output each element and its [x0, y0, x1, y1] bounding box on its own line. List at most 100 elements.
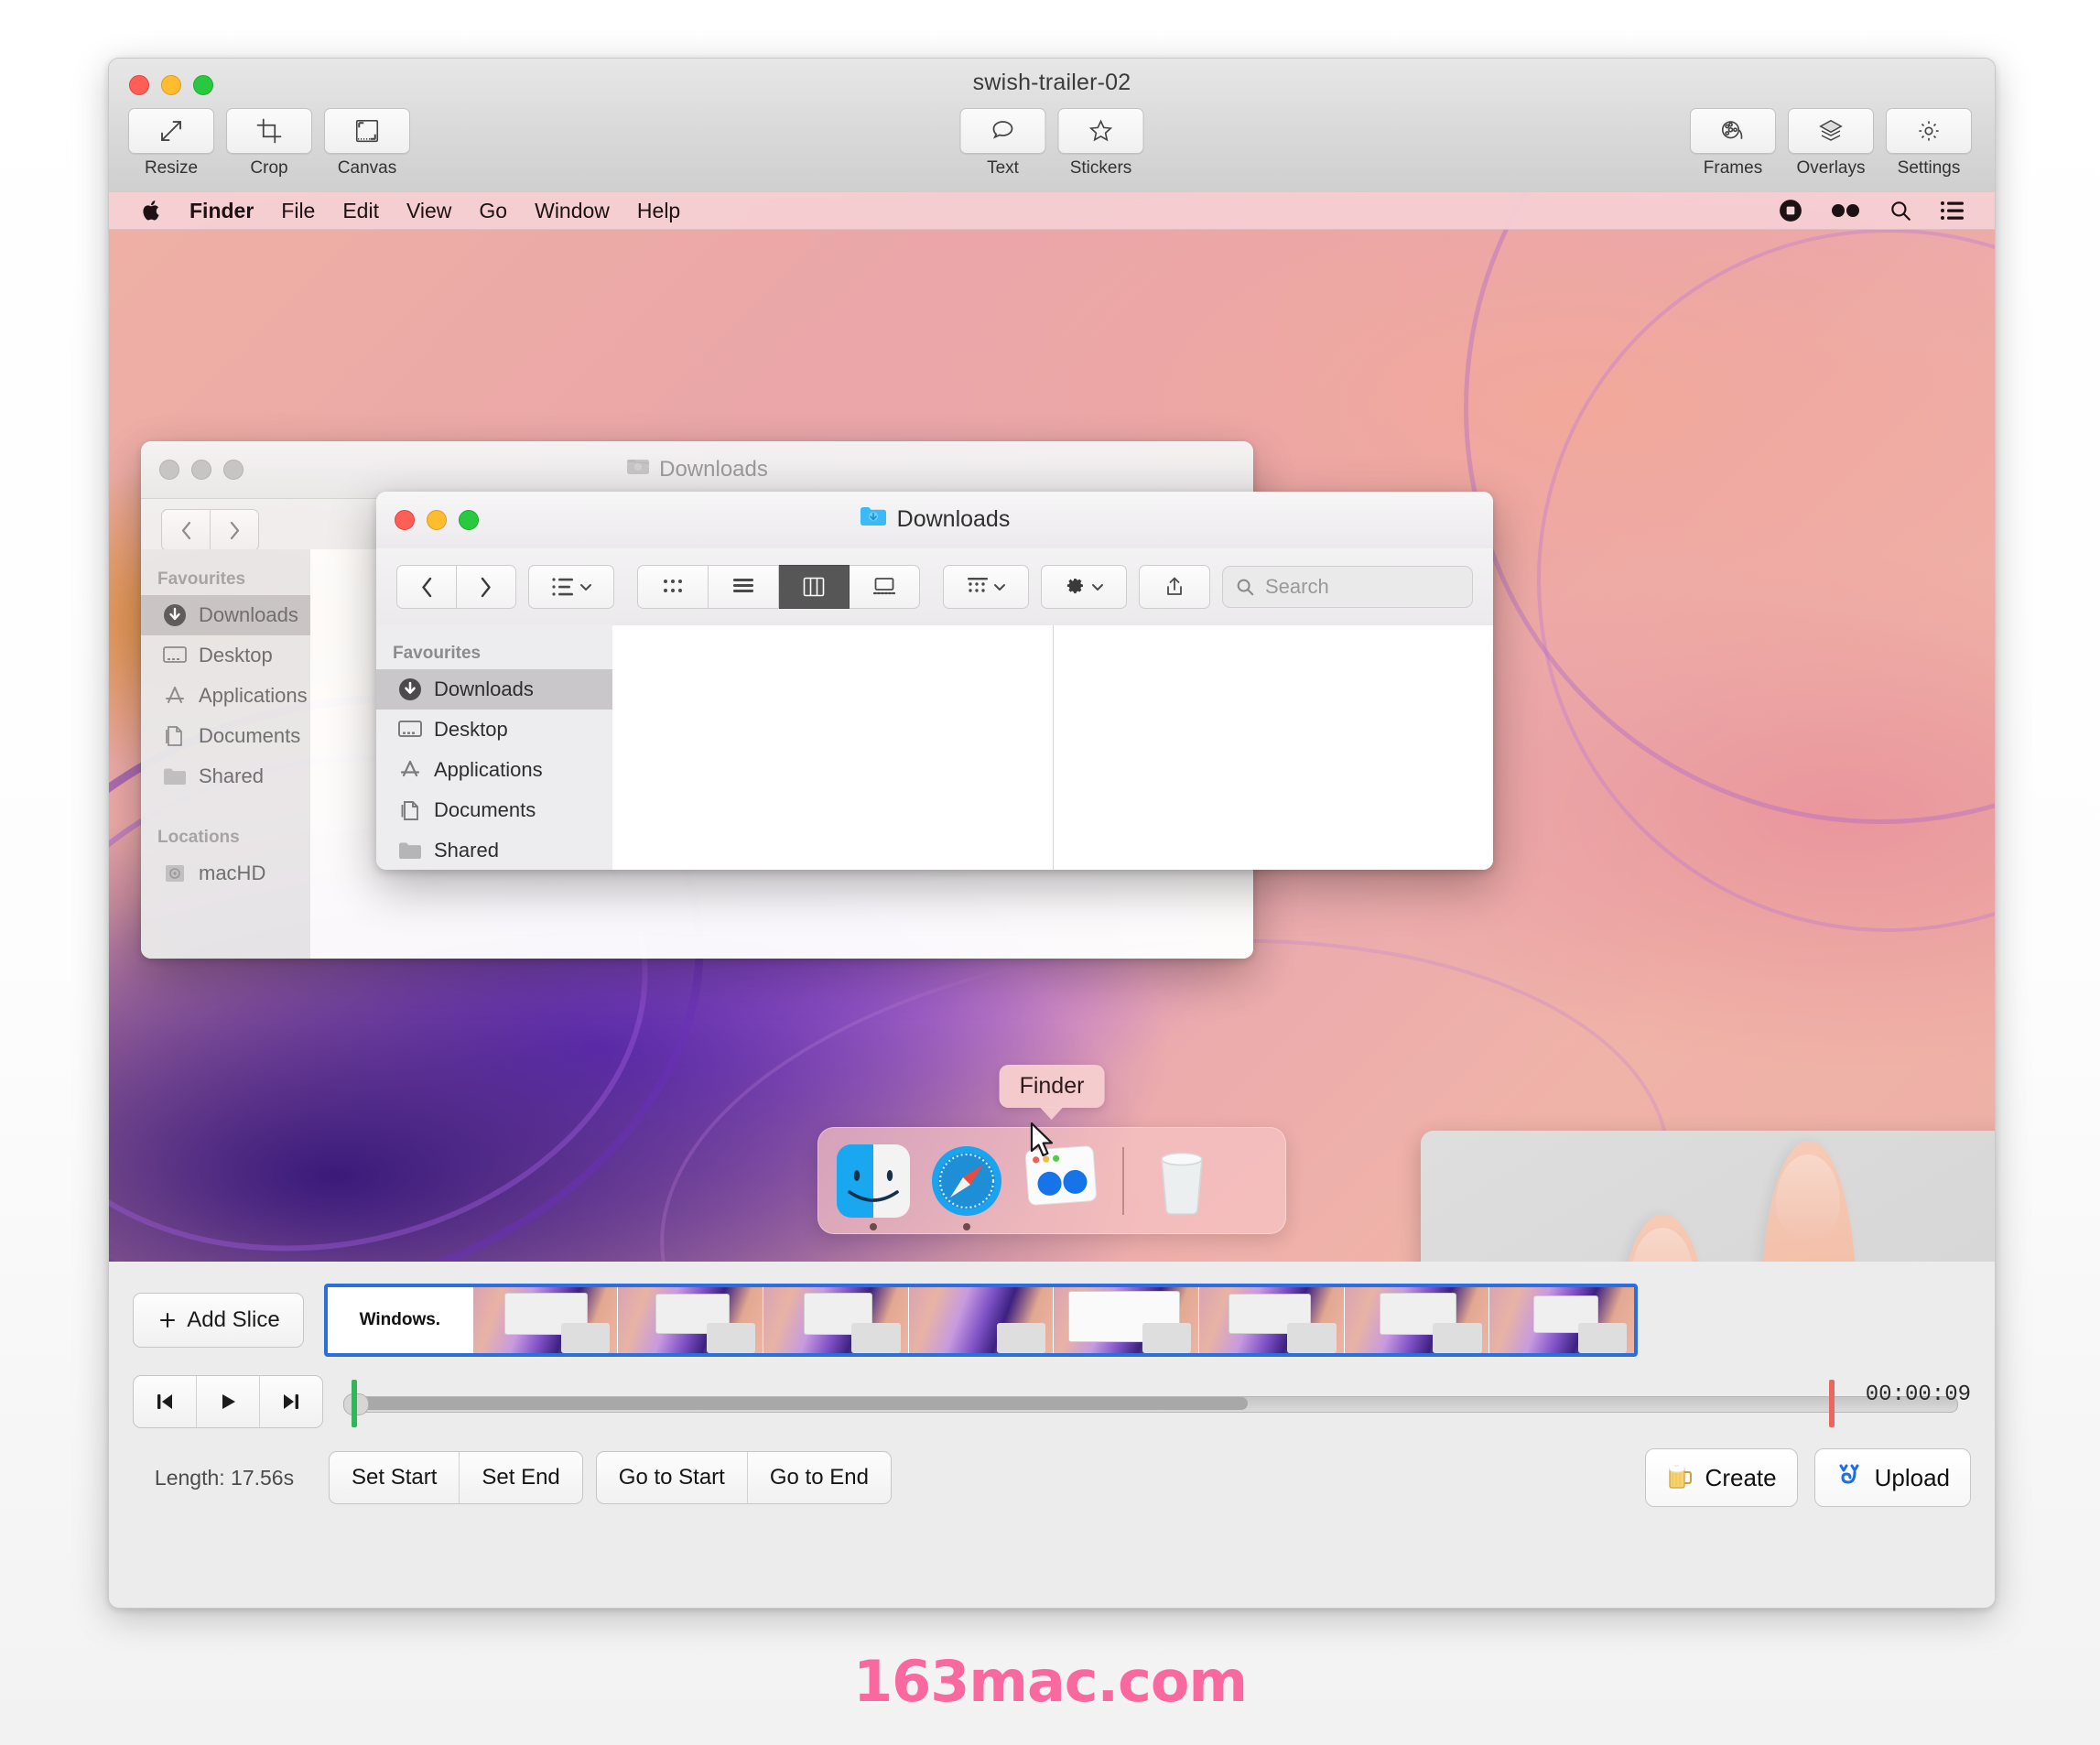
text-button[interactable]: Text [961, 108, 1045, 179]
sidebar-item-downloads[interactable]: Downloads [141, 595, 310, 635]
sidebar-item-shared[interactable]: Shared [141, 756, 310, 797]
go-to-start-button[interactable]: Go to Start [597, 1452, 748, 1503]
trash-icon[interactable] [1150, 1144, 1223, 1218]
gallery-view-icon[interactable] [850, 565, 920, 609]
finder-front-sidebar[interactable]: Favourites Downloads Desktop [376, 625, 612, 870]
sidebar-item-label: Downloads [199, 603, 298, 627]
sidebar-item-downloads[interactable]: Downloads [376, 669, 612, 710]
sidebar-item-shared[interactable]: Shared [376, 830, 612, 870]
control-center-icon[interactable] [1940, 200, 1965, 222]
length-label: Length: 17.56s [133, 1466, 316, 1490]
filmstrip-frame[interactable] [618, 1287, 763, 1353]
two-dots-icon[interactable] [1830, 202, 1861, 219]
sidebar-header-favourites: Favourites [141, 558, 310, 595]
frames-button[interactable]: Frames [1691, 108, 1775, 179]
crop-button[interactable]: Crop [227, 108, 311, 179]
filmstrip-frame[interactable] [1489, 1287, 1634, 1353]
sidebar-item-documents[interactable]: Documents [141, 716, 310, 756]
sidebar-item-documents[interactable]: Documents [376, 790, 612, 830]
finder-front-body: Favourites Downloads Desktop [376, 625, 1493, 870]
menu-file[interactable]: File [281, 199, 315, 223]
scrubber[interactable] [343, 1376, 1958, 1427]
transport-row [109, 1371, 1995, 1432]
search-icon[interactable] [1889, 199, 1912, 222]
list-view-icon[interactable] [709, 565, 779, 609]
finger-left [1618, 1215, 1709, 1262]
documents-icon [396, 797, 424, 824]
downloads-folder-icon [396, 676, 424, 703]
play-icon[interactable] [197, 1376, 260, 1427]
actions-gear-icon[interactable] [1041, 565, 1127, 609]
group-by-icon[interactable] [943, 565, 1029, 609]
share-icon[interactable] [1139, 565, 1210, 609]
sidebar-item-label: Desktop [199, 644, 273, 667]
dock-tooltip: Finder [1000, 1065, 1105, 1108]
goto-range-group: Go to Start Go to End [596, 1451, 892, 1504]
resize-button[interactable]: Resize [129, 108, 213, 179]
menu-edit[interactable]: Edit [342, 199, 379, 223]
forward-chevron-icon[interactable] [457, 565, 516, 609]
forward-chevron-icon[interactable] [211, 509, 259, 551]
menu-finder[interactable]: Finder [189, 199, 254, 223]
sidebar-item-desktop[interactable]: Desktop [141, 635, 310, 676]
skip-to-start-icon[interactable] [134, 1376, 197, 1427]
sidebar-item-applications[interactable]: Applications [141, 676, 310, 716]
add-slice-button[interactable]: Add Slice [133, 1293, 304, 1348]
finder-column-2[interactable] [1054, 625, 1494, 870]
preview-canvas[interactable]: Finder File Edit View Go Window Help [109, 192, 1995, 1262]
sidebar-item-desktop[interactable]: Desktop [376, 710, 612, 750]
sidebar-item-label: Shared [434, 839, 499, 862]
create-button[interactable]: Create [1645, 1448, 1798, 1507]
menu-view[interactable]: View [406, 199, 451, 223]
filmstrip-frame[interactable] [1199, 1287, 1345, 1353]
skip-to-end-icon[interactable] [260, 1376, 322, 1427]
safari-icon[interactable] [930, 1144, 1003, 1218]
frames-label: Frames [1704, 158, 1762, 179]
menu-go[interactable]: Go [479, 199, 507, 223]
filmstrip-frame[interactable] [1054, 1287, 1199, 1353]
settings-button[interactable]: Settings [1887, 108, 1971, 179]
canvas-button[interactable]: Canvas [325, 108, 409, 179]
finder-back-sidebar[interactable]: Favourites Downloads Desktop [141, 549, 310, 959]
primary-actions: Create Upload [1645, 1448, 1971, 1507]
sidebar-item-applications[interactable]: Applications [376, 750, 612, 790]
fingernail [1776, 1154, 1840, 1239]
apple-logo-icon[interactable] [142, 199, 162, 222]
stop-record-icon[interactable] [1779, 199, 1802, 222]
back-chevron-icon[interactable] [161, 509, 211, 551]
filmstrip-frame-title[interactable]: Windows. [328, 1287, 473, 1353]
back-chevron-icon[interactable] [396, 565, 457, 609]
search-input[interactable]: Search [1222, 566, 1473, 608]
finder-icon[interactable] [837, 1144, 910, 1218]
folder-icon [161, 763, 189, 790]
menu-help[interactable]: Help [637, 199, 680, 223]
filmstrip-frame[interactable] [473, 1287, 619, 1353]
create-label: Create [1705, 1464, 1777, 1492]
overlays-button[interactable]: Overlays [1789, 108, 1873, 179]
filmstrip-frame[interactable] [763, 1287, 909, 1353]
upload-button[interactable]: Upload [1814, 1448, 1971, 1507]
search-placeholder: Search [1265, 575, 1329, 599]
chevron-down-icon [1091, 582, 1104, 592]
sidebar-item-label: Applications [434, 758, 543, 782]
menu-window[interactable]: Window [535, 199, 610, 223]
finder-window-active[interactable]: Downloads [376, 492, 1493, 870]
end-marker[interactable] [1829, 1380, 1835, 1427]
view-options-icon[interactable] [528, 565, 614, 609]
chevron-down-icon [579, 582, 592, 592]
app-toolbar: swish-trailer-02 Resize Crop [109, 59, 1995, 193]
filmstrip-frame[interactable] [1345, 1287, 1490, 1353]
set-start-button[interactable]: Set Start [330, 1452, 460, 1503]
stickers-button[interactable]: Stickers [1059, 108, 1143, 179]
sidebar-item-machd[interactable]: macHD [141, 853, 310, 894]
filmstrip[interactable]: Windows. [324, 1284, 1638, 1357]
start-marker[interactable] [352, 1380, 357, 1427]
upload-logo-icon [1835, 1460, 1863, 1496]
finder-column-panes[interactable] [612, 625, 1493, 870]
set-end-button[interactable]: Set End [460, 1452, 581, 1503]
go-to-end-button[interactable]: Go to End [748, 1452, 891, 1503]
column-view-icon[interactable] [779, 565, 850, 609]
finder-column-1[interactable] [612, 625, 1054, 870]
icon-view-icon[interactable] [637, 565, 709, 609]
filmstrip-frame[interactable] [909, 1287, 1055, 1353]
